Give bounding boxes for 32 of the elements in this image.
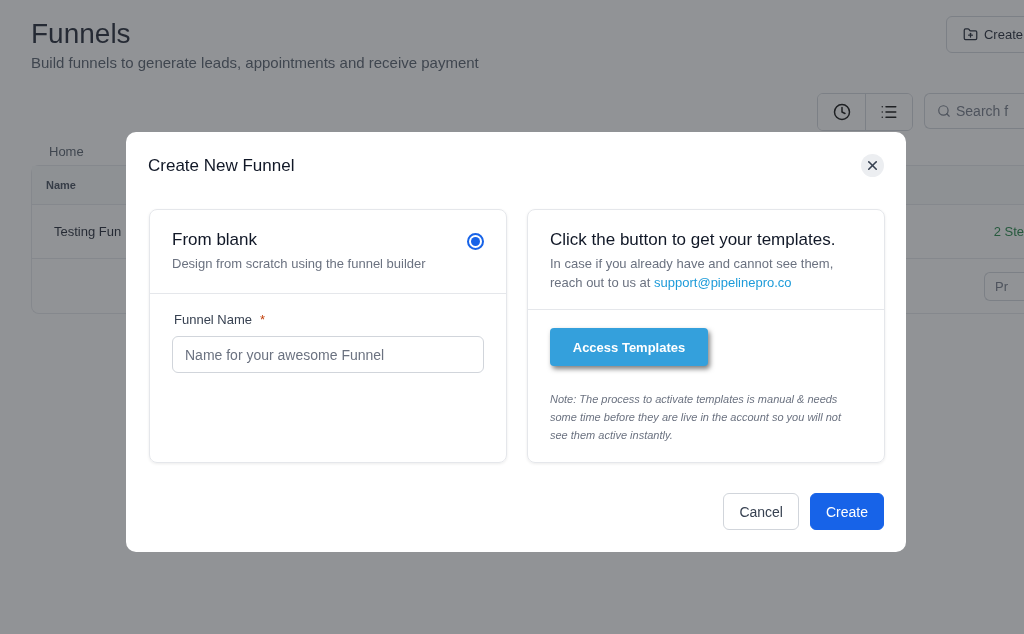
create-button[interactable]: Create	[809, 493, 884, 530]
field-label: Funnel Name	[174, 312, 253, 327]
list-icon	[880, 103, 898, 121]
table-cell: Testing Fun	[54, 224, 122, 239]
folder-plus-icon	[962, 27, 978, 42]
search-icon	[937, 104, 951, 118]
templates-note: Note: The process to activate templates is manual & needs some time before they are live in the account so you will not see them active instantly.	[550, 392, 843, 443]
funnel-name-field[interactable]: Name for your awesome Funnel	[172, 336, 484, 373]
modal-title: Create New Funnel	[148, 155, 295, 176]
radio-button[interactable]	[467, 233, 484, 250]
close-icon	[865, 158, 880, 173]
support-email-link[interactable]: support@pipelinepro.co	[654, 275, 792, 290]
breadcrumb-link[interactable]: Home	[49, 144, 84, 159]
row-button[interactable]: Pr	[984, 271, 1024, 301]
page-subtitle: Build funnels to generate leads, appointments and receive payment	[31, 54, 479, 71]
required-mark: *	[260, 312, 266, 327]
option-title: From blank	[172, 230, 259, 250]
close-button[interactable]	[861, 154, 884, 177]
clock-icon	[832, 103, 851, 121]
cancel-button[interactable]: Cancel	[723, 493, 799, 530]
search-placeholder: Search f	[956, 103, 1009, 119]
option-description: Design from scratch using the funnel builder	[172, 255, 426, 273]
page-title: Funnels	[31, 18, 132, 50]
option-title: Click the button to get your templates.	[550, 230, 837, 250]
create-button[interactable]: Create	[945, 16, 1024, 53]
access-templates-button[interactable]: Access Templates	[550, 328, 708, 366]
column-header: Name	[46, 179, 76, 191]
list-view-button[interactable]	[865, 94, 912, 130]
option-card[interactable]: From blank Design from scratch using the funnel builder Funnel Name * Name for your awesome Funnel	[149, 209, 507, 463]
table-cell: 2 Ste	[993, 224, 1024, 239]
search-field[interactable]: Search f	[924, 93, 1024, 129]
option-description: In case if you already have and cannot see them, reach out to us at support@pipelinepro.co	[550, 255, 835, 292]
